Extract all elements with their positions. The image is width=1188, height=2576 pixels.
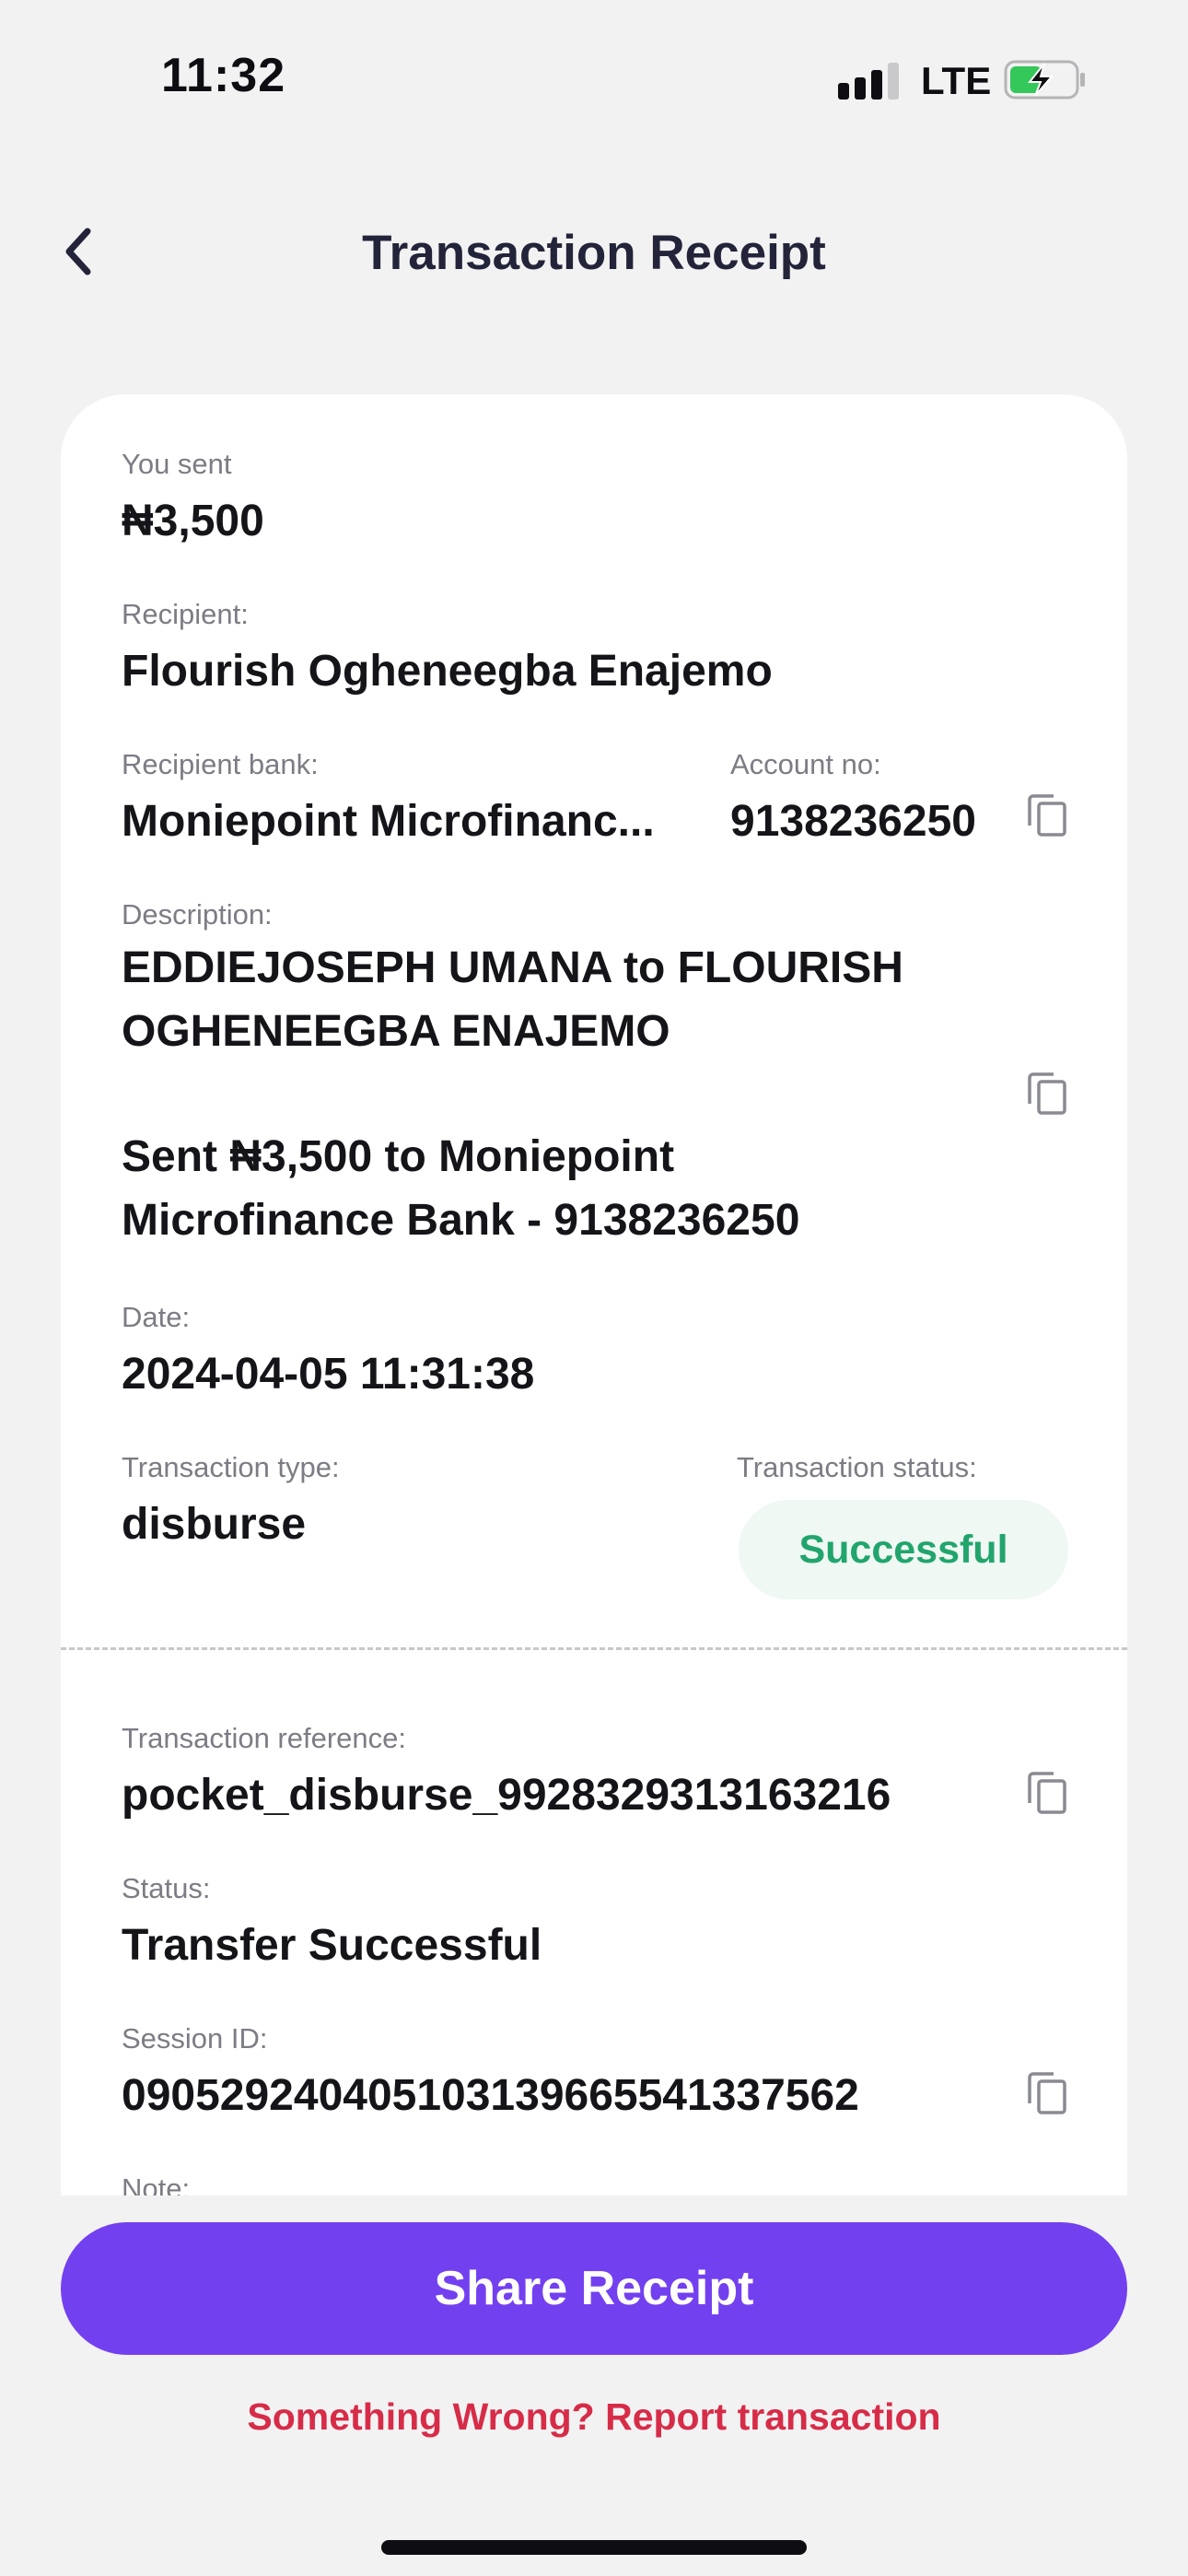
page-title: Transaction Receipt bbox=[362, 226, 826, 280]
amount-field: You sent ₦3,500 bbox=[122, 450, 264, 554]
transaction-type-label: Transaction type: bbox=[122, 1451, 340, 1483]
dashed-divider bbox=[61, 1647, 1127, 1650]
transaction-type-value: disburse bbox=[122, 1500, 307, 1549]
status-time: 11:32 bbox=[161, 49, 286, 102]
note-label: Note: bbox=[122, 2172, 191, 2195]
transaction-status-label: Transaction status: bbox=[737, 1451, 977, 1483]
description-line-1: EDDIEJOSEPH UMANA to FLOURISH bbox=[122, 943, 903, 992]
home-indicator[interactable] bbox=[381, 2540, 807, 2555]
amount-value: ₦3,500 bbox=[122, 497, 264, 545]
copy-account-icon[interactable] bbox=[1026, 792, 1068, 838]
reference-field: Transaction reference: pocket_disburse_9… bbox=[122, 1724, 891, 1828]
network-type: LTE bbox=[921, 59, 992, 102]
bank-label: Recipient bank: bbox=[122, 748, 319, 780]
battery-charging-icon bbox=[1004, 59, 1087, 100]
recipient-field: Recipient: Flourish Ogheneegba Enajemo bbox=[122, 600, 773, 704]
bank-field: Recipient bank: Moniepoint Microfinanc..… bbox=[122, 750, 655, 854]
date-value: 2024-04-05 11:31:38 bbox=[122, 1350, 535, 1399]
session-value: 090529240405103139665541337562 bbox=[122, 2071, 859, 2120]
note-field: Note: bbox=[122, 2174, 190, 2195]
amount-label: You sent bbox=[122, 448, 232, 480]
date-label: Date: bbox=[122, 1301, 191, 1333]
copy-reference-icon[interactable] bbox=[1026, 1770, 1068, 1816]
description-line-3: Sent ₦3,500 to Moniepoint bbox=[122, 1132, 675, 1181]
description-line-4: Microfinance Bank - 9138236250 bbox=[122, 1196, 800, 1245]
report-transaction-link[interactable]: Something Wrong? Report transaction bbox=[0, 2395, 1188, 2439]
account-field: Account no: 9138236250 bbox=[730, 750, 976, 854]
status-field: Status: Transfer Successful bbox=[122, 1874, 542, 1978]
status-value: Transfer Successful bbox=[122, 1921, 542, 1970]
copy-description-icon[interactable] bbox=[1026, 1071, 1068, 1117]
signal-icon bbox=[838, 63, 901, 100]
receipt-card: You sent ₦3,500 Recipient: Flourish Oghe… bbox=[61, 394, 1127, 2195]
recipient-value: Flourish Ogheneegba Enajemo bbox=[122, 647, 773, 696]
reference-label: Transaction reference: bbox=[122, 1722, 407, 1754]
transaction-status-field: Transaction status: bbox=[737, 1453, 977, 1481]
description-line-2: OGHENEEGBA ENAJEMO bbox=[122, 1007, 670, 1056]
header: Transaction Receipt bbox=[0, 203, 1188, 304]
share-receipt-button[interactable]: Share Receipt bbox=[61, 2222, 1127, 2355]
status-label: Status: bbox=[122, 1872, 211, 1904]
recipient-label: Recipient: bbox=[122, 598, 249, 630]
date-field: Date: 2024-04-05 11:31:38 bbox=[122, 1303, 534, 1407]
transaction-type-field: Transaction type: disburse bbox=[122, 1453, 340, 1557]
status-badge: Successful bbox=[739, 1500, 1068, 1599]
account-label: Account no: bbox=[730, 748, 881, 780]
reference-value: pocket_disburse_9928329313163216 bbox=[122, 1771, 891, 1820]
status-bar: 11:32 LTE bbox=[0, 0, 1188, 157]
description-field: Description: EDDIEJOSEPH UMANA to FLOURI… bbox=[122, 900, 903, 1252]
bank-value: Moniepoint Microfinanc... bbox=[122, 797, 655, 846]
copy-session-icon[interactable] bbox=[1026, 2070, 1068, 2116]
session-label: Session ID: bbox=[122, 2022, 268, 2055]
session-field: Session ID: 0905292404051031396655413375… bbox=[122, 2024, 859, 2128]
description-label: Description: bbox=[122, 898, 273, 931]
account-value: 9138236250 bbox=[730, 797, 976, 846]
